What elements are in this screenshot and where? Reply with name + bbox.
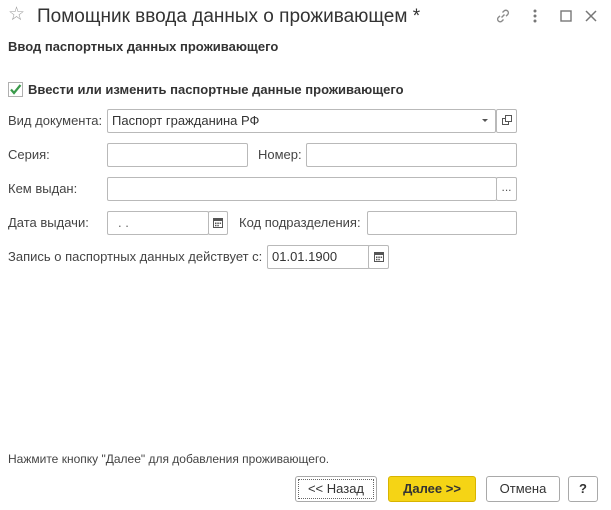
issued-by-label: Кем выдан: <box>8 181 78 196</box>
doc-type-dropdown-button[interactable] <box>474 109 496 133</box>
help-button[interactable]: ? <box>568 476 598 502</box>
star-icon[interactable]: ☆ <box>8 5 28 25</box>
window-title: Помощник ввода данных о проживающем * <box>37 6 421 27</box>
maximize-icon[interactable] <box>559 7 579 27</box>
issued-by-field[interactable] <box>107 177 497 201</box>
series-field[interactable] <box>107 143 248 167</box>
doc-type-label: Вид документа: <box>8 113 103 128</box>
issue-date-label: Дата выдачи: <box>8 215 89 230</box>
doc-type-field[interactable]: Паспорт гражданина РФ <box>107 109 496 133</box>
next-button[interactable]: Далее >> <box>388 476 476 502</box>
doc-type-open-button[interactable] <box>496 109 517 133</box>
calendar-icon <box>373 252 384 262</box>
series-label: Серия: <box>8 147 50 162</box>
back-button[interactable]: << Назад <box>295 476 377 502</box>
calendar-icon <box>213 218 223 228</box>
number-field[interactable] <box>306 143 517 167</box>
issue-date-field[interactable]: . . <box>107 211 209 235</box>
valid-from-calendar-button[interactable] <box>368 245 389 269</box>
cancel-button[interactable]: Отмена <box>486 476 560 502</box>
link-icon[interactable] <box>494 7 514 27</box>
change-passport-checkbox-label: Ввести или изменить паспортные данные пр… <box>28 82 404 97</box>
section-title: Ввод паспортных данных проживающего <box>8 39 279 54</box>
dept-code-label: Код подразделения: <box>239 215 361 230</box>
dept-code-field[interactable] <box>367 211 517 235</box>
close-icon[interactable] <box>584 7 604 27</box>
number-label: Номер: <box>258 147 302 162</box>
assistant-window: ☆ Помощник ввода данных о проживающем * <box>0 0 611 510</box>
more-menu-icon[interactable] <box>530 7 550 27</box>
issue-date-calendar-button[interactable] <box>208 211 228 235</box>
footer-hint: Нажмите кнопку "Далее" для добавления пр… <box>8 452 330 466</box>
title-bar: ☆ Помощник ввода данных о проживающем * <box>0 0 611 34</box>
issued-by-select-button[interactable]: ... <box>496 177 517 201</box>
valid-from-field[interactable]: 01.01.1900 <box>267 245 370 269</box>
valid-from-label: Запись о паспортных данных действует с: <box>8 249 263 264</box>
change-passport-checkbox[interactable] <box>8 82 23 97</box>
